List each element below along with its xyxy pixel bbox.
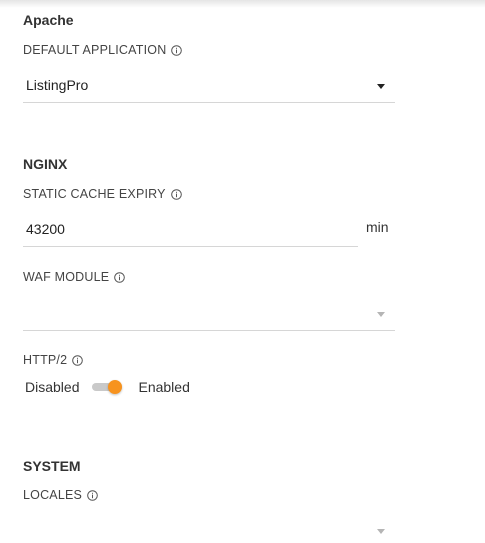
default-application-label-text: DEFAULT APPLICATION xyxy=(23,43,167,57)
waf-module-label-text: WAF MODULE xyxy=(23,270,110,284)
section-title-nginx: NGINX xyxy=(23,156,68,172)
info-icon[interactable] xyxy=(114,271,126,283)
waf-module-select[interactable] xyxy=(23,297,395,331)
waf-module-label: WAF MODULE xyxy=(23,270,126,284)
static-cache-expiry-input[interactable] xyxy=(23,211,358,247)
default-application-select[interactable]: ListingPro xyxy=(23,69,395,103)
chevron-down-icon xyxy=(377,529,385,534)
http2-toggle-row: Disabled Enabled xyxy=(25,379,190,395)
toggle-knob[interactable] xyxy=(108,380,123,394)
section-title-system: SYSTEM xyxy=(23,458,81,474)
default-application-label: DEFAULT APPLICATION xyxy=(23,43,183,57)
settings-page: Apache DEFAULT APPLICATION ListingPro NG… xyxy=(0,0,485,543)
chevron-down-icon xyxy=(377,312,385,317)
http2-toggle[interactable] xyxy=(92,380,123,394)
http2-enabled-label: Enabled xyxy=(138,379,190,395)
section-title-apache: Apache xyxy=(23,12,74,28)
info-icon[interactable] xyxy=(72,354,84,366)
info-icon[interactable] xyxy=(171,44,183,56)
locales-label-text: LOCALES xyxy=(23,488,83,502)
http2-disabled-label: Disabled xyxy=(25,379,80,395)
header-shadow xyxy=(0,0,485,8)
locales-select[interactable] xyxy=(23,514,395,543)
static-cache-expiry-label: STATIC CACHE EXPIRY xyxy=(23,187,182,201)
http2-label-text: HTTP/2 xyxy=(23,353,68,367)
info-icon[interactable] xyxy=(87,489,98,501)
chevron-down-icon xyxy=(377,84,385,89)
locales-label: LOCALES xyxy=(23,488,98,502)
static-cache-expiry-unit: min xyxy=(366,219,389,235)
static-cache-expiry-label-text: STATIC CACHE EXPIRY xyxy=(23,187,166,201)
default-application-value: ListingPro xyxy=(26,77,89,93)
http2-label: HTTP/2 xyxy=(23,353,84,367)
info-icon[interactable] xyxy=(170,188,182,200)
